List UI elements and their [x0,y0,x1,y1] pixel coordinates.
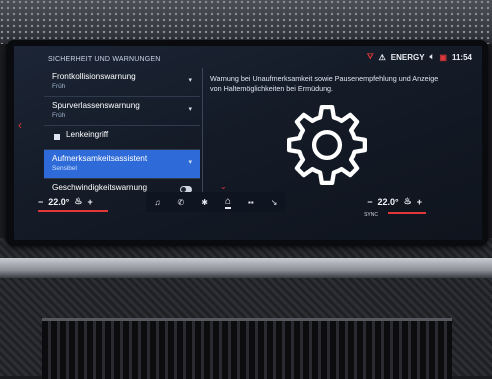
menu-item-label: Aufmerksamkeitsassistent [52,154,148,163]
navigation-icon[interactable]: ↘ [271,198,278,207]
temp-left-minus-button[interactable]: − [38,197,43,207]
home-icon[interactable]: ⌂ [224,196,231,209]
notification-icon[interactable]: ▣ [439,53,447,62]
temp-left-plus-button[interactable]: + [87,197,92,207]
menu-item-aufmerksamkeitsassistent[interactable]: Aufmerksamkeitsassistent Sensibel ▾ [44,150,200,179]
panel-divider [202,68,203,198]
warning-icon: ⛛ [366,52,374,61]
status-bar: ⛛ ⚠ ENERGY 🔈︎ ▣ 11:54 [367,52,472,62]
music-icon[interactable]: ♫ [155,198,161,207]
fan-icon[interactable]: ✱ [201,198,208,207]
temp-right-minus-button[interactable]: − [367,197,372,207]
menu-item-lenkeingriff[interactable]: Lenkeingriff [44,126,200,150]
seat-heating-icon[interactable]: ♨ [404,196,412,207]
gear-icon [287,105,367,185]
menu-item-spurverlassenswarnung[interactable]: Spurverlassenswarnung Früh ▾ [44,97,200,126]
temp-right-indicator [388,212,426,214]
sync-label[interactable]: SYNC [364,212,378,218]
seat-heating-icon[interactable]: ♨ [74,196,82,207]
temp-left-indicator [38,210,108,212]
volume-icon[interactable]: 🔈︎ [430,52,435,62]
climate-left: − 22.0° ♨ + [38,196,93,207]
seat-icon: ⚠ [378,52,386,62]
phone-icon[interactable]: ✆ [178,198,185,207]
temp-right-plus-button[interactable]: + [417,197,422,207]
menu-item-label: Spurverlassenswarnung [52,101,140,110]
settings-menu: Frontkollisionswarnung Früh ▾ Spurverlas… [44,68,200,208]
checkbox[interactable] [54,134,60,140]
climate-right: − 22.0° ♨ + [367,196,422,207]
menu-item-value: Früh [52,83,66,90]
menu-item-label: Lenkeingriff [66,130,109,139]
temp-left-value[interactable]: 22.0° [48,197,69,207]
menu-item-value: Früh [52,112,66,119]
page-title: SICHERHEIT UND WARNUNGEN [48,56,161,63]
chevron-down-icon: ▾ [188,106,192,113]
air-vent [42,318,452,379]
menu-item-label: Frontkollisionswarnung [52,72,136,81]
detail-description: Warnung bei Unaufmerksamkeit sowie Pause… [210,74,439,93]
menu-item-value: Sensibel [52,165,77,172]
back-arrow-icon[interactable]: ‹ [18,118,22,132]
infotainment-screen: ⛛ ⚠ ENERGY 🔈︎ ▣ 11:54 ‹ SICHERHEIT UND W… [14,46,482,240]
chevron-down-icon: ▾ [188,159,192,166]
temp-right-value[interactable]: 22.0° [378,197,399,207]
app-dock: ♫ ✆ ✱ ⌂ ▪▪ ↘ [146,192,286,212]
apps-grid-icon[interactable]: ▪▪ [248,198,254,207]
menu-item-frontkollisionswarnung[interactable]: Frontkollisionswarnung Früh ▾ [44,68,200,97]
bottom-bar: − 22.0° ♨ + ♫ ✆ ✱ ⌂ ▪▪ ↘ − 22.0° ♨ + SYN… [14,190,482,240]
clock: 11:54 [451,52,472,62]
chevron-down-icon: ▾ [188,77,192,84]
dashboard-chrome-trim [0,258,492,278]
energy-label[interactable]: ENERGY [391,53,425,62]
dashboard-speaker-grille [0,0,492,44]
